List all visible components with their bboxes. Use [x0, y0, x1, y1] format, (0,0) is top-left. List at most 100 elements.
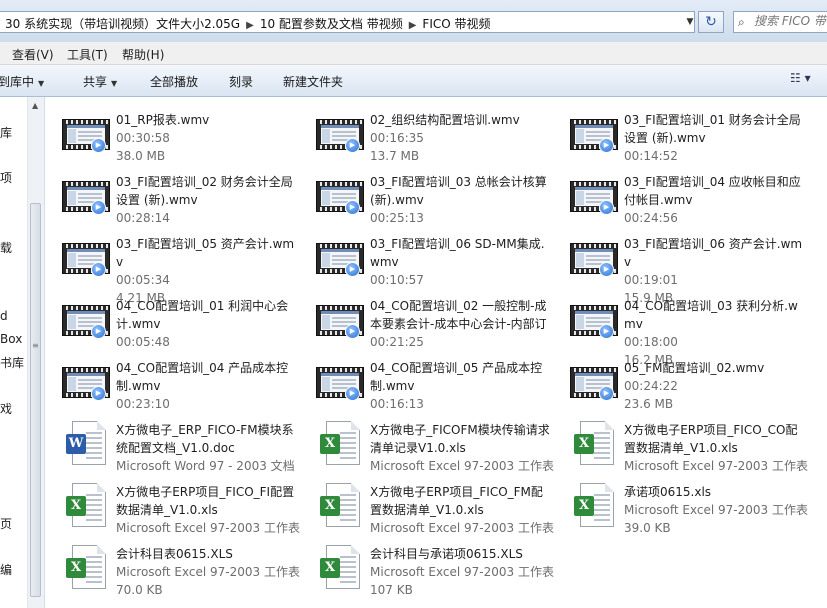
scroll-up-icon[interactable]: ▲	[32, 101, 38, 110]
scrollbar-thumb[interactable]	[30, 203, 41, 597]
breadcrumb[interactable]: 30 系统实现（带培训视频）文件大小2.05G ▶ 10 配置参数及文档 带视频 ▶ F…	[0, 11, 695, 33]
file-name: 会计科目表0615.XLS	[116, 547, 233, 561]
breadcrumb-separator-icon[interactable]: ▶	[246, 20, 254, 31]
media-player-badge-icon: ▶	[345, 262, 360, 277]
file-duration: 00:24:22	[624, 379, 678, 393]
nav-item[interactable]: 页	[0, 515, 12, 532]
file-duration: 00:14:52	[624, 149, 678, 163]
file-item[interactable]: ▶ 03_FI配置培训_06 SD-MM集成.wmv 00:10:57	[299, 226, 553, 288]
search-input[interactable]	[754, 14, 827, 28]
file-item[interactable]: ▶ 03_FI配置培训_06 资产会计.wmv 00:19:01 15.9 MB	[553, 226, 807, 305]
file-item[interactable]: ▶ 03_FI配置培训_04 应收帐目和应付帐目.wmv 00:24:56	[553, 164, 807, 226]
excel-spreadsheet-icon: X	[314, 479, 364, 529]
file-item[interactable]: ▶ 03_FI配置培训_01 财务会计全局设置 (新).wmv 00:14:52	[553, 102, 807, 164]
file-size: 13.7 MB	[370, 149, 420, 163]
file-item[interactable]: X X方微电子_FICOFM模块传输请求清单记录V1.0.xls Microsoft…	[299, 412, 554, 474]
media-player-badge-icon: ▶	[599, 200, 614, 215]
play-all-button[interactable]: 全部播放	[150, 73, 198, 90]
breadcrumb-item[interactable]: 10 配置参数及文档 带视频	[260, 17, 403, 31]
command-toolbar: 到库中 ▼ 共享 ▼ 全部播放 刻录 新建文件夹 ☷ ▾	[0, 65, 827, 97]
file-name: X方微电子ERP项目_FICO_CO配置数据清单_V1.0.xls	[624, 423, 798, 455]
search-box[interactable]: ⌕	[733, 11, 827, 33]
video-file-icon: ▶	[568, 107, 618, 157]
video-file-icon: ▶	[314, 293, 364, 343]
scrollbar-grip-icon: ≡	[32, 341, 39, 350]
excel-spreadsheet-icon: X	[60, 541, 110, 591]
file-item[interactable]: ▶ 04_CO配置培训_03 获利分析.wmv 00:18:00 16.2 MB	[553, 288, 807, 367]
address-bar: 30 系统实现（带培训视频）文件大小2.05G ▶ 10 配置参数及文档 带视频 ▶ F…	[0, 0, 827, 42]
media-player-badge-icon: ▶	[345, 386, 360, 401]
file-item[interactable]: X 会计科目与承诺项0615.XLS Microsoft Excel 97-2003…	[299, 536, 554, 598]
file-item[interactable]: ▶ 03_FI配置培训_02 财务会计全局设置 (新).wmv 00:28:14	[45, 164, 299, 226]
file-duration: 00:18:00	[624, 335, 678, 349]
file-size: 39.0 KB	[624, 521, 671, 535]
file-item[interactable]: ▶ 03_FI配置培训_03 总帐会计核算(新).wmv 00:25:13	[299, 164, 553, 226]
file-size: 70.0 KB	[116, 583, 163, 597]
nav-item[interactable]: 戏	[0, 400, 12, 417]
file-name: 05_FM配置培训_02.wmv	[624, 361, 765, 375]
media-player-badge-icon: ▶	[91, 200, 106, 215]
nav-scrollbar[interactable]: ▲ ≡	[27, 97, 44, 608]
nav-item[interactable]: 编	[0, 561, 12, 578]
file-item[interactable]: ▶ 04_CO配置培训_02 一般控制-成本要素会计-成本中心会计-内部订单...…	[299, 288, 553, 350]
excel-spreadsheet-icon: X	[60, 479, 110, 529]
new-folder-button[interactable]: 新建文件夹	[283, 73, 343, 90]
media-player-badge-icon: ▶	[91, 262, 106, 277]
file-name: X方微电子_ERP_FICO-FM模块系统配置文档_V1.0.doc	[116, 423, 294, 455]
file-item[interactable]: ▶ 02_组织结构配置培训.wmv 00:16:35 13.7 MB	[299, 102, 553, 164]
video-file-icon: ▶	[314, 355, 364, 405]
video-file-icon: ▶	[60, 231, 110, 281]
media-player-badge-icon: ▶	[345, 138, 360, 153]
file-name: 03_FI配置培训_02 财务会计全局设置 (新).wmv	[116, 175, 293, 207]
file-item[interactable]: ▶ 01_RP报表.wmv 00:30:58 38.0 MB	[45, 102, 299, 164]
include-in-library-button[interactable]: 到库中 ▼	[0, 73, 44, 90]
video-file-icon: ▶	[60, 169, 110, 219]
video-file-icon: ▶	[314, 169, 364, 219]
nav-item[interactable]: d	[0, 309, 8, 323]
file-item[interactable]: W X方微电子_ERP_FICO-FM模块系统配置文档_V1.0.doc Micro…	[45, 412, 299, 474]
video-file-icon: ▶	[568, 355, 618, 405]
nav-item[interactable]: 书库	[0, 354, 24, 371]
file-name: 04_CO配置培训_02 一般控制-成本要素会计-成本中心会计-内部订单...	[370, 299, 547, 331]
nav-item[interactable]: Box	[0, 332, 22, 346]
file-type: Microsoft Excel 97-2003 工作表	[624, 459, 808, 473]
file-duration: 00:05:48	[116, 335, 170, 349]
nav-item[interactable]: 载	[0, 239, 12, 256]
breadcrumb-item[interactable]: 30 系统实现（带培训视频）文件大小2.05G	[5, 17, 240, 31]
file-item[interactable]: ▶ 04_CO配置培训_01 利润中心会计.wmv 00:05:48	[45, 288, 299, 350]
file-name: 04_CO配置培训_04 产品成本控制.wmv	[116, 361, 289, 393]
menu-view[interactable]: 查看(V)	[12, 46, 54, 63]
media-player-badge-icon: ▶	[91, 138, 106, 153]
file-item[interactable]: X X方微电子ERP项目_FICO_CO配置数据清单_V1.0.xls Micros…	[553, 412, 808, 474]
file-item[interactable]: X X方微电子ERP项目_FICO_FI配置数据清单_V1.0.xls Micros…	[45, 474, 300, 536]
file-size: 23.6 MB	[624, 397, 674, 411]
menu-tools[interactable]: 工具(T)	[67, 46, 108, 63]
nav-item[interactable]: 库	[0, 124, 12, 141]
file-duration: 00:24:56	[624, 211, 678, 225]
file-duration: 00:23:10	[116, 397, 170, 411]
refresh-button[interactable]: ↻	[698, 11, 724, 33]
share-button[interactable]: 共享 ▼	[83, 73, 117, 90]
file-item[interactable]: ▶ 04_CO配置培训_04 产品成本控制.wmv 00:23:10	[45, 350, 299, 412]
video-file-icon: ▶	[568, 231, 618, 281]
file-item[interactable]: X 承诺项0615.xls Microsoft Excel 97-2003 工作表 3…	[553, 474, 808, 536]
breadcrumb-separator-icon[interactable]: ▶	[409, 20, 417, 31]
file-item[interactable]: ▶ 05_FM配置培训_02.wmv 00:24:22 23.6 MB	[553, 350, 807, 412]
file-item[interactable]: ▶ 03_FI配置培训_05 资产会计.wmv 00:05:34 4.21 MB	[45, 226, 299, 305]
burn-button[interactable]: 刻录	[229, 73, 253, 90]
file-name: 04_CO配置培训_01 利润中心会计.wmv	[116, 299, 289, 331]
file-duration: 00:16:13	[370, 397, 424, 411]
change-view-button[interactable]: ☷ ▾	[790, 71, 820, 89]
address-history-dropdown-icon[interactable]: ▼	[683, 14, 697, 30]
excel-spreadsheet-icon: X	[568, 417, 618, 467]
nav-item[interactable]: 项	[0, 169, 12, 186]
file-item[interactable]: ▶ 04_CO配置培训_05 产品成本控制.wmv 00:16:13	[299, 350, 553, 412]
file-name: 03_FI配置培训_06 资产会计.wmv	[624, 237, 803, 269]
menu-help[interactable]: 帮助(H)	[122, 46, 164, 63]
breadcrumb-item[interactable]: FICO 带视频	[422, 17, 490, 31]
file-duration: 00:28:14	[116, 211, 170, 225]
file-type: Microsoft Excel 97-2003 工作表	[370, 521, 554, 535]
file-item[interactable]: X 会计科目表0615.XLS Microsoft Excel 97-2003 工作…	[45, 536, 300, 598]
file-item[interactable]: X X方微电子ERP项目_FICO_FM配置数据清单_V1.0.xls Micros…	[299, 474, 554, 536]
dropdown-arrow-icon: ▼	[38, 79, 45, 88]
